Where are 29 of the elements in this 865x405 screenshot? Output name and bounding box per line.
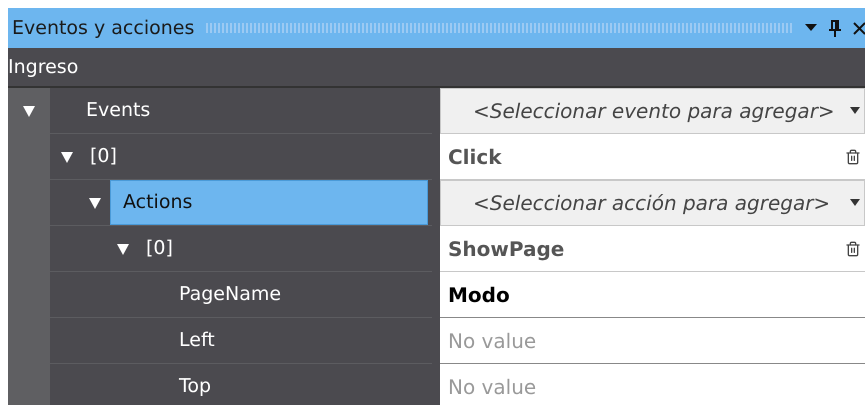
property-name[interactable]: [0] xyxy=(86,142,117,171)
expand-triangle-icon[interactable] xyxy=(60,150,74,164)
property-name[interactable]: Events xyxy=(82,96,150,125)
property-value: ShowPage xyxy=(448,236,564,262)
dropdown-caret-icon[interactable] xyxy=(805,24,817,32)
expand-triangle-icon[interactable] xyxy=(88,196,102,210)
row-gutter xyxy=(8,364,50,405)
event-dropdown[interactable]: <Seleccionar acción para agregar> xyxy=(440,180,865,226)
expand-triangle-icon[interactable] xyxy=(22,104,36,118)
pin-icon[interactable] xyxy=(829,19,841,37)
property-value: Click xyxy=(448,144,502,170)
property-name[interactable]: Top xyxy=(175,372,212,401)
section-title: Ingreso xyxy=(8,54,78,80)
window-title: Eventos y acciones xyxy=(12,16,194,41)
dropdown-caret-icon[interactable] xyxy=(850,107,860,115)
property-name[interactable]: PageName xyxy=(175,280,282,309)
delete-icon[interactable] xyxy=(845,148,861,164)
close-icon[interactable] xyxy=(853,21,865,35)
property-value: Modo xyxy=(448,282,510,308)
dropdown-caret-icon[interactable] xyxy=(850,199,860,207)
event-dropdown[interactable]: <Seleccionar evento para agregar> xyxy=(440,88,865,134)
property-name[interactable]: [0] xyxy=(142,234,173,263)
delete-icon[interactable] xyxy=(845,240,861,256)
property-name[interactable]: Actions xyxy=(110,180,428,225)
property-value: No value xyxy=(448,374,536,400)
property-name[interactable]: Left xyxy=(175,326,215,355)
drag-grip[interactable] xyxy=(206,23,793,33)
expand-triangle-icon[interactable] xyxy=(116,242,130,256)
property-value: No value xyxy=(448,328,536,354)
